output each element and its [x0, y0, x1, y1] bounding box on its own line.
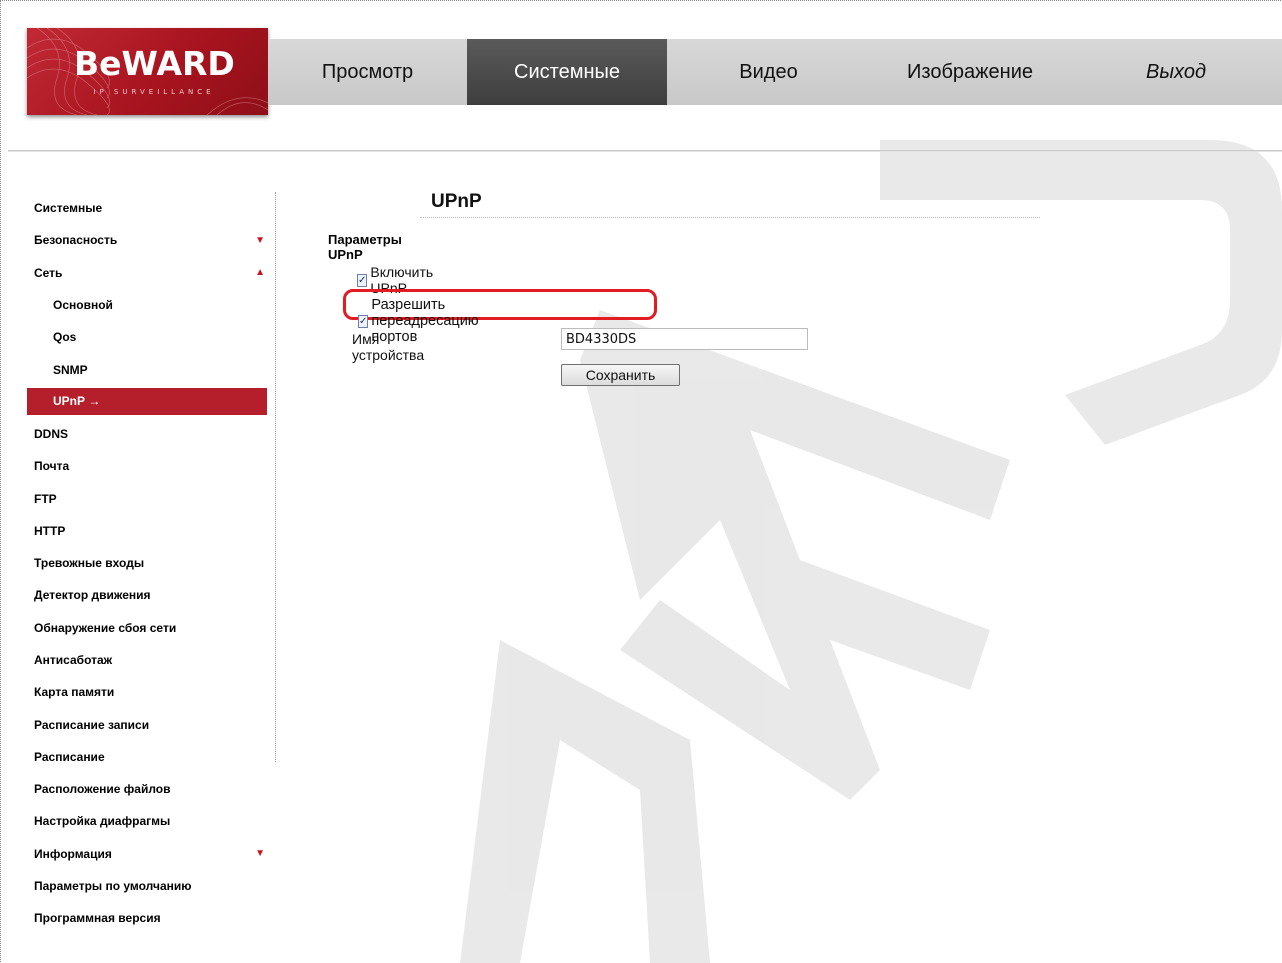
logo-text: BeWARD: [74, 44, 235, 83]
sidebar-item-label: Тревожные входы: [34, 556, 145, 571]
sidebar-item-record-schedule[interactable]: Расписание записи: [27, 708, 267, 740]
device-name-label: Имя устройства: [352, 331, 425, 363]
sidebar-item-label: Расписание записи: [34, 717, 150, 732]
sidebar-item-label: Безопасность: [34, 233, 118, 248]
sidebar-item-label: FTP: [34, 491, 57, 506]
sidebar-item-label: Программная версия: [34, 911, 161, 926]
sidebar-item-label: Информация: [34, 846, 112, 861]
sidebar-item-label: UPnP: [53, 394, 86, 409]
sidebar-divider: [275, 192, 276, 762]
sidebar-item-defaults[interactable]: Параметры по умолчанию: [27, 870, 267, 902]
title-divider: [420, 217, 1040, 218]
device-name-input[interactable]: [561, 328, 808, 350]
sidebar-item-label: Обнаружение сбоя сети: [34, 620, 177, 635]
sidebar-item-label: Настройка диафрагмы: [34, 814, 171, 829]
sidebar-item-label: Карта памяти: [34, 685, 115, 700]
sidebar-item-label: Системные: [34, 201, 103, 216]
right-arrow-icon: →: [88, 394, 101, 409]
sidebar-item-network[interactable]: Сеть ▲: [27, 257, 267, 289]
sidebar-item-label: DDNS: [34, 426, 69, 441]
enable-upnp-checkbox[interactable]: ✓: [357, 273, 368, 287]
expand-arrow-icon: ▼: [255, 234, 265, 246]
sidebar-item-label: HTTP: [34, 523, 66, 538]
top-navigation: Просмотр Системные Видео Изображение Вых…: [268, 39, 1282, 105]
save-button[interactable]: Сохранить: [561, 364, 680, 386]
page-title: UPnP: [431, 191, 482, 212]
sidebar-item-anti-sabotage[interactable]: Антисаботаж: [27, 644, 267, 676]
sidebar-item-label: Основной: [53, 298, 113, 313]
sidebar-item-label: Антисаботаж: [34, 653, 113, 667]
sidebar-item-label: Детектор движения: [34, 588, 151, 603]
sidebar-item-ddns[interactable]: DDNS: [27, 418, 267, 450]
sidebar-item-security[interactable]: Безопасность ▼: [27, 224, 267, 256]
sidebar-item-label: Сеть: [34, 265, 63, 280]
sidebar-item-file-location[interactable]: Расположение файлов: [27, 773, 267, 805]
sidebar-item-qos[interactable]: Qos: [27, 321, 267, 353]
sidebar-item-label: Расписание: [34, 749, 105, 764]
sidebar-item-iris-setup[interactable]: Настройка диафрагмы: [27, 805, 267, 837]
nav-tab-view[interactable]: Просмотр: [268, 39, 467, 105]
sidebar-item-alarm-inputs[interactable]: Тревожные входы: [27, 547, 267, 579]
sidebar-item-label: SNMP: [53, 362, 88, 377]
sidebar-item-mail[interactable]: Почта: [27, 450, 267, 482]
section-title: Параметры UPnP: [328, 232, 402, 262]
sidebar-item-label: Почта: [34, 459, 70, 474]
sidebar-item-system[interactable]: Системные: [27, 192, 267, 224]
nav-tab-logout[interactable]: Выход: [1070, 39, 1282, 105]
collapse-arrow-icon: ▲: [255, 267, 265, 279]
sidebar-item-ftp[interactable]: FTP: [27, 482, 267, 514]
nav-tab-video[interactable]: Видео: [667, 39, 870, 105]
sidebar-item-http[interactable]: HTTP: [27, 515, 267, 547]
logo-subtext: IP SURVEILLANCE: [93, 88, 215, 96]
sidebar-item-information[interactable]: Информация ▼: [27, 838, 267, 870]
sidebar-item-label: Qos: [53, 330, 77, 345]
sidebar-item-basic[interactable]: Основной: [27, 289, 267, 321]
sidebar-item-label: Параметры по умолчанию: [34, 879, 192, 894]
sidebar-item-snmp[interactable]: SNMP: [27, 353, 267, 385]
sidebar-item-schedule[interactable]: Расписание: [27, 741, 267, 773]
sidebar-item-network-failure[interactable]: Обнаружение сбоя сети: [27, 612, 267, 644]
nav-tab-image[interactable]: Изображение: [870, 39, 1070, 105]
sidebar-item-label: Расположение файлов: [34, 782, 171, 797]
sidebar-item-firmware-version[interactable]: Программная версия: [27, 902, 267, 934]
sidebar-item-upnp[interactable]: UPnP →: [27, 387, 267, 415]
beward-logo[interactable]: BeWARD IP SURVEILLANCE: [27, 28, 268, 115]
expand-arrow-icon: ▼: [255, 848, 265, 860]
port-forwarding-checkbox[interactable]: ✓: [358, 314, 369, 328]
sidebar-item-memory-card[interactable]: Карта памяти: [27, 676, 267, 708]
nav-tab-system[interactable]: Системные: [467, 39, 667, 105]
header-divider: [8, 150, 1282, 152]
sidebar-menu: Системные Безопасность ▼ Сеть ▲ Основной Q…: [27, 192, 267, 935]
sidebar-item-motion-detector[interactable]: Детектор движения: [27, 579, 267, 611]
